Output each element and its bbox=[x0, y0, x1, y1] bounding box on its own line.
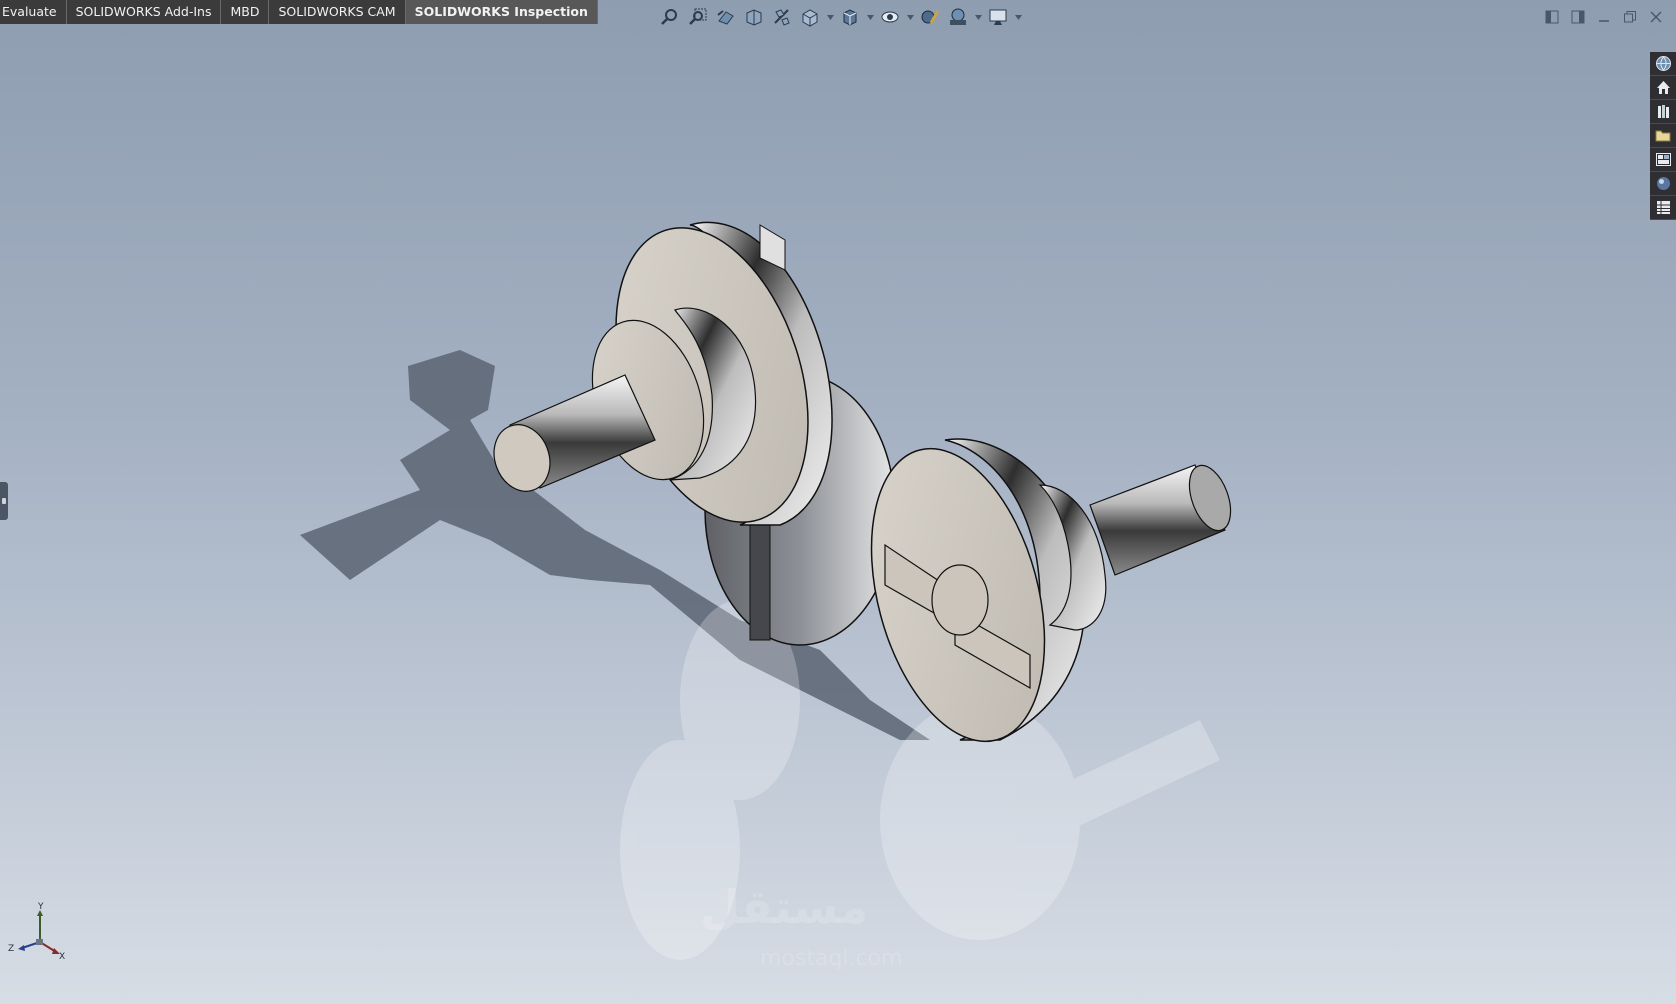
feature-manager-toggle-handle[interactable] bbox=[0, 482, 8, 520]
section-view-icon[interactable] bbox=[742, 5, 766, 29]
graphics-area[interactable]: مستقل mostaql.com Evaluate SOLIDWORKS Ad… bbox=[0, 0, 1676, 1004]
hide-show-items-icon[interactable] bbox=[878, 5, 902, 29]
edit-appearance-icon[interactable] bbox=[918, 5, 942, 29]
chevron-down-icon[interactable] bbox=[866, 5, 874, 29]
tab-mbd[interactable]: MBD bbox=[221, 0, 270, 24]
view-palette-icon[interactable] bbox=[1650, 148, 1676, 172]
tab-solidworks-add-ins[interactable]: SOLIDWORKS Add-Ins bbox=[66, 0, 222, 24]
3d-model-oldham-coupling[interactable] bbox=[0, 0, 1676, 1004]
solidworks-resources-icon[interactable] bbox=[1650, 52, 1676, 76]
file-explorer-icon[interactable] bbox=[1650, 124, 1676, 148]
apply-scene-icon[interactable] bbox=[946, 5, 970, 29]
chevron-down-icon[interactable] bbox=[906, 5, 914, 29]
triad-y-label: Y bbox=[38, 902, 44, 912]
tile-right-icon[interactable] bbox=[1568, 7, 1588, 27]
triad-z-label: Z bbox=[8, 944, 15, 954]
watermark-text: مستقل bbox=[700, 880, 869, 934]
task-pane-tabs bbox=[1650, 52, 1676, 220]
chevron-down-icon[interactable] bbox=[826, 5, 834, 29]
tab-solidworks-inspection[interactable]: SOLIDWORKS Inspection bbox=[405, 0, 598, 24]
window-controls bbox=[1542, 4, 1676, 30]
design-library-icon[interactable] bbox=[1650, 100, 1676, 124]
previous-view-icon[interactable] bbox=[714, 5, 738, 29]
command-manager-tabs: Evaluate SOLIDWORKS Add-Ins MBD SOLIDWOR… bbox=[0, 0, 598, 24]
close-icon[interactable] bbox=[1646, 7, 1666, 27]
watermark-url: mostaql.com bbox=[760, 946, 903, 971]
appearances-scenes-icon[interactable] bbox=[1650, 172, 1676, 196]
right-hub[interactable] bbox=[842, 429, 1239, 760]
custom-properties-icon[interactable] bbox=[1650, 196, 1676, 220]
chevron-down-icon[interactable] bbox=[974, 5, 982, 29]
chevron-down-icon[interactable] bbox=[1014, 5, 1022, 29]
tab-solidworks-cam[interactable]: SOLIDWORKS CAM bbox=[269, 0, 406, 24]
view-settings-icon[interactable] bbox=[986, 5, 1010, 29]
triad-x-label: X bbox=[59, 952, 66, 962]
display-style-icon[interactable] bbox=[838, 5, 862, 29]
zoom-to-fit-icon[interactable] bbox=[658, 5, 682, 29]
restore-icon[interactable] bbox=[1620, 7, 1640, 27]
minimize-icon[interactable] bbox=[1594, 7, 1614, 27]
heads-up-view-toolbar bbox=[658, 4, 1022, 30]
view-orientation-icon[interactable] bbox=[798, 5, 822, 29]
zoom-to-area-icon[interactable] bbox=[686, 5, 710, 29]
home-icon[interactable] bbox=[1650, 76, 1676, 100]
tab-evaluate[interactable]: Evaluate bbox=[0, 0, 67, 24]
tile-left-icon[interactable] bbox=[1542, 7, 1562, 27]
dynamic-annotation-views-icon[interactable] bbox=[770, 5, 794, 29]
reference-triad: Y X Z bbox=[6, 902, 70, 964]
